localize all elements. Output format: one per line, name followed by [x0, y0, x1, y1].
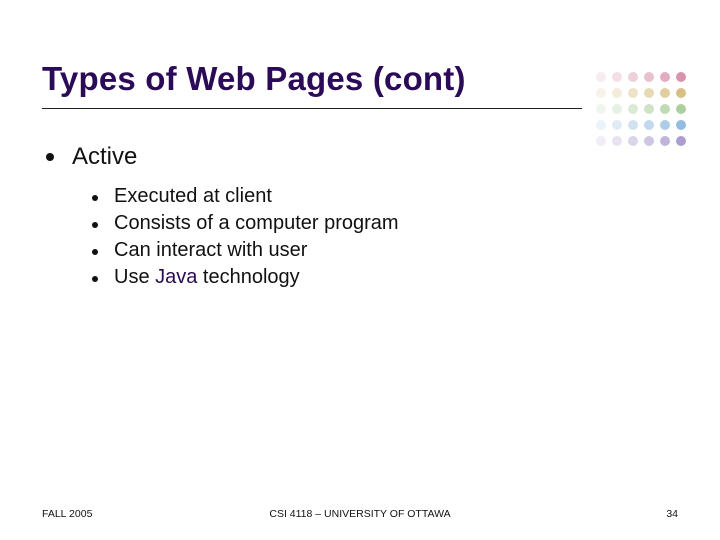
- list-item-text: Can interact with user: [114, 239, 307, 262]
- bullet-icon: [92, 195, 98, 201]
- slide-title: Types of Web Pages (cont): [42, 60, 678, 98]
- bullet-icon: [92, 276, 98, 282]
- footer-center: CSI 4118 – UNIVERSITY OF OTTAWA: [0, 508, 720, 520]
- slide-body: Active Executed at client Consists of a …: [42, 143, 678, 289]
- list-item-level2: Use Java technology: [92, 266, 678, 289]
- footer-right: 34: [666, 508, 678, 520]
- list-item-text: Executed at client: [114, 185, 272, 208]
- list-item-level2: Can interact with user: [92, 239, 678, 262]
- slide-footer: FALL 2005 CSI 4118 – UNIVERSITY OF OTTAW…: [0, 508, 720, 520]
- text-segment: technology: [197, 266, 299, 288]
- bullet-icon: [92, 222, 98, 228]
- text-segment: Use: [114, 266, 155, 288]
- title-underline: [42, 108, 582, 109]
- footer-left: FALL 2005: [42, 508, 92, 520]
- bullet-icon: [92, 249, 98, 255]
- list-item-level2: Consists of a computer program: [92, 212, 678, 235]
- list-item-text: Use Java technology: [114, 266, 300, 289]
- slide: Types of Web Pages (cont) Active Execute…: [0, 0, 720, 540]
- list-level2-group: Executed at client Consists of a compute…: [92, 185, 678, 289]
- bullet-icon: [46, 153, 54, 161]
- list-item-level1: Active: [46, 143, 678, 171]
- list-item-text: Active: [72, 143, 137, 171]
- java-keyword: Java: [155, 266, 197, 288]
- list-item-level2: Executed at client: [92, 185, 678, 208]
- title-block: Types of Web Pages (cont): [42, 60, 678, 109]
- list-item-text: Consists of a computer program: [114, 212, 399, 235]
